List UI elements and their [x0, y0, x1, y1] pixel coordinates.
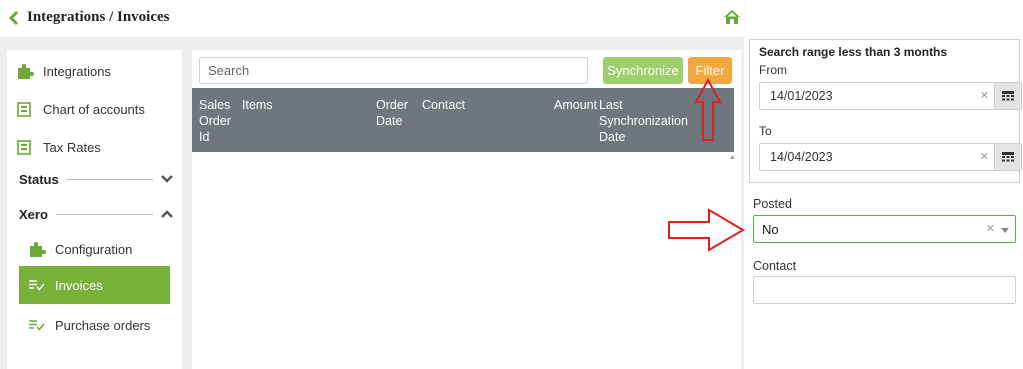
sidebar: Integrations Chart of accounts Tax Rates…: [7, 50, 182, 369]
from-label: From: [759, 63, 787, 77]
annotation-arrow-up-icon: [694, 78, 722, 141]
sidebar-item-label: Chart of accounts: [43, 101, 145, 117]
chevron-up-icon: [161, 210, 173, 218]
column-header-contact[interactable]: Contact: [422, 97, 465, 113]
sidebar-item-tax-rates[interactable]: Tax Rates: [17, 128, 172, 166]
chevron-down-icon: [161, 175, 173, 183]
sidebar-item-label: Integrations: [43, 63, 111, 79]
column-header-items[interactable]: Items: [242, 97, 273, 113]
posted-value: No: [762, 221, 779, 237]
sidebar-item-label: Purchase orders: [55, 317, 151, 333]
section-divider: [66, 178, 153, 180]
sidebar-item-purchase-orders[interactable]: Purchase orders: [19, 306, 170, 344]
contact-input[interactable]: [753, 276, 1016, 304]
sidebar-item-label: Invoices: [55, 277, 103, 293]
section-label: Xero: [19, 206, 48, 222]
to-date-field[interactable]: 14/04/2023 ✕: [759, 143, 1022, 171]
to-label: To: [759, 124, 772, 138]
synchronize-button[interactable]: Synchronize: [603, 57, 683, 84]
ledger-icon: [17, 139, 37, 155]
from-date-field[interactable]: 14/01/2023 ✕: [759, 82, 1022, 110]
scroll-up-arrow-icon[interactable]: ▲: [729, 154, 736, 161]
back-chevron-icon[interactable]: [9, 10, 19, 26]
sidebar-item-integrations[interactable]: Integrations: [17, 52, 172, 90]
sidebar-item-invoices[interactable]: Invoices: [19, 266, 170, 304]
clear-icon[interactable]: ✕: [986, 222, 995, 235]
list-check-icon: [29, 319, 47, 331]
table-header: Sales Order Id Items Order Date Contact Amo…: [192, 88, 734, 152]
puzzle-icon: [29, 241, 47, 257]
to-date-value: 14/04/2023: [770, 150, 833, 164]
column-header-amount[interactable]: Amount: [554, 97, 597, 113]
home-icon[interactable]: [723, 9, 741, 25]
annotation-arrow-right-icon: [668, 208, 745, 252]
contact-label: Contact: [753, 259, 797, 273]
posted-label: Posted: [753, 197, 792, 211]
puzzle-icon: [17, 63, 37, 79]
column-header-order-date[interactable]: Order Date: [376, 97, 408, 129]
clear-icon[interactable]: ✕: [980, 150, 989, 163]
search-input[interactable]: [199, 57, 588, 84]
sidebar-item-label: Configuration: [55, 241, 133, 257]
clear-icon[interactable]: ✕: [980, 89, 989, 102]
from-date-value: 14/01/2023: [770, 89, 833, 103]
invoices-panel: Synchronize Filter SalesOrderId Items Or…: [192, 50, 741, 369]
top-bar: Integrations / Invoices: [0, 0, 744, 38]
calendar-icon[interactable]: [994, 144, 1021, 170]
date-range-box: Search range less than 3 months From 14/…: [749, 39, 1022, 183]
chevron-down-icon[interactable]: [1001, 228, 1009, 233]
sidebar-item-configuration[interactable]: Configuration: [19, 230, 170, 268]
ledger-icon: [17, 101, 37, 117]
calendar-icon[interactable]: [994, 83, 1021, 109]
section-status[interactable]: Status: [19, 169, 173, 189]
page-title: Integrations / Invoices: [27, 9, 170, 25]
filter-panel: Search range less than 3 months From 14/…: [744, 39, 1023, 369]
sidebar-item-label: Tax Rates: [43, 139, 101, 155]
list-check-icon: [29, 279, 47, 291]
sidebar-item-chart-of-accounts[interactable]: Chart of accounts: [17, 90, 172, 128]
posted-select[interactable]: No ✕: [753, 215, 1016, 243]
section-label: Status: [19, 171, 59, 187]
column-header-sales-order-id[interactable]: Sales Order Id: [199, 97, 231, 145]
column-header-last-sync-date[interactable]: Last Synchronization Date: [599, 97, 688, 145]
range-hint: Search range less than 3 months: [759, 45, 948, 59]
section-xero[interactable]: Xero: [19, 204, 173, 224]
section-divider: [55, 213, 153, 215]
